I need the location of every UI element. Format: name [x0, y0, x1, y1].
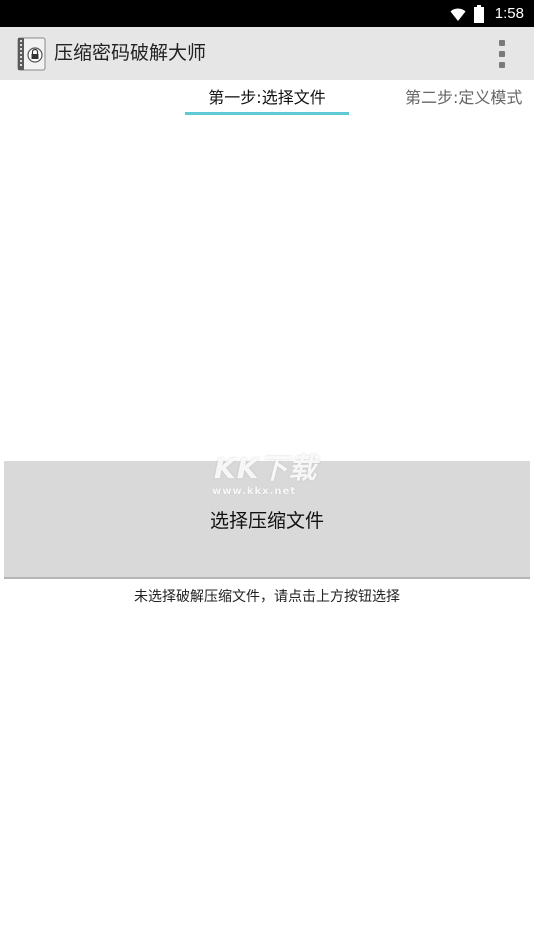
app-title: 压缩密码破解大师 — [54, 42, 207, 64]
menu-dot — [499, 51, 505, 57]
app-bar: 压缩密码破解大师 — [0, 27, 534, 80]
status-clock: 1:58 — [494, 5, 524, 22]
wifi-icon — [450, 8, 466, 21]
tab-step-two[interactable]: 第二步:定义模式 — [405, 80, 522, 116]
zip-lock-app-icon — [17, 37, 46, 71]
tab-step-one[interactable]: 第一步:选择文件 — [185, 80, 349, 116]
select-archive-button[interactable]: 选择压缩文件 — [4, 461, 530, 579]
selection-status-text: 未选择破解压缩文件，请点击上方按钮选择 — [134, 589, 400, 605]
menu-dot — [499, 40, 505, 46]
tab-indicator — [185, 112, 349, 115]
step-tabs: 第一步:选择文件 第二步:定义模式 — [0, 80, 534, 118]
menu-dot — [499, 62, 505, 68]
status-bar: 1:58 — [0, 0, 534, 27]
overflow-menu-icon[interactable] — [492, 40, 512, 68]
battery-icon — [474, 5, 484, 23]
select-archive-label: 选择压缩文件 — [209, 510, 324, 532]
